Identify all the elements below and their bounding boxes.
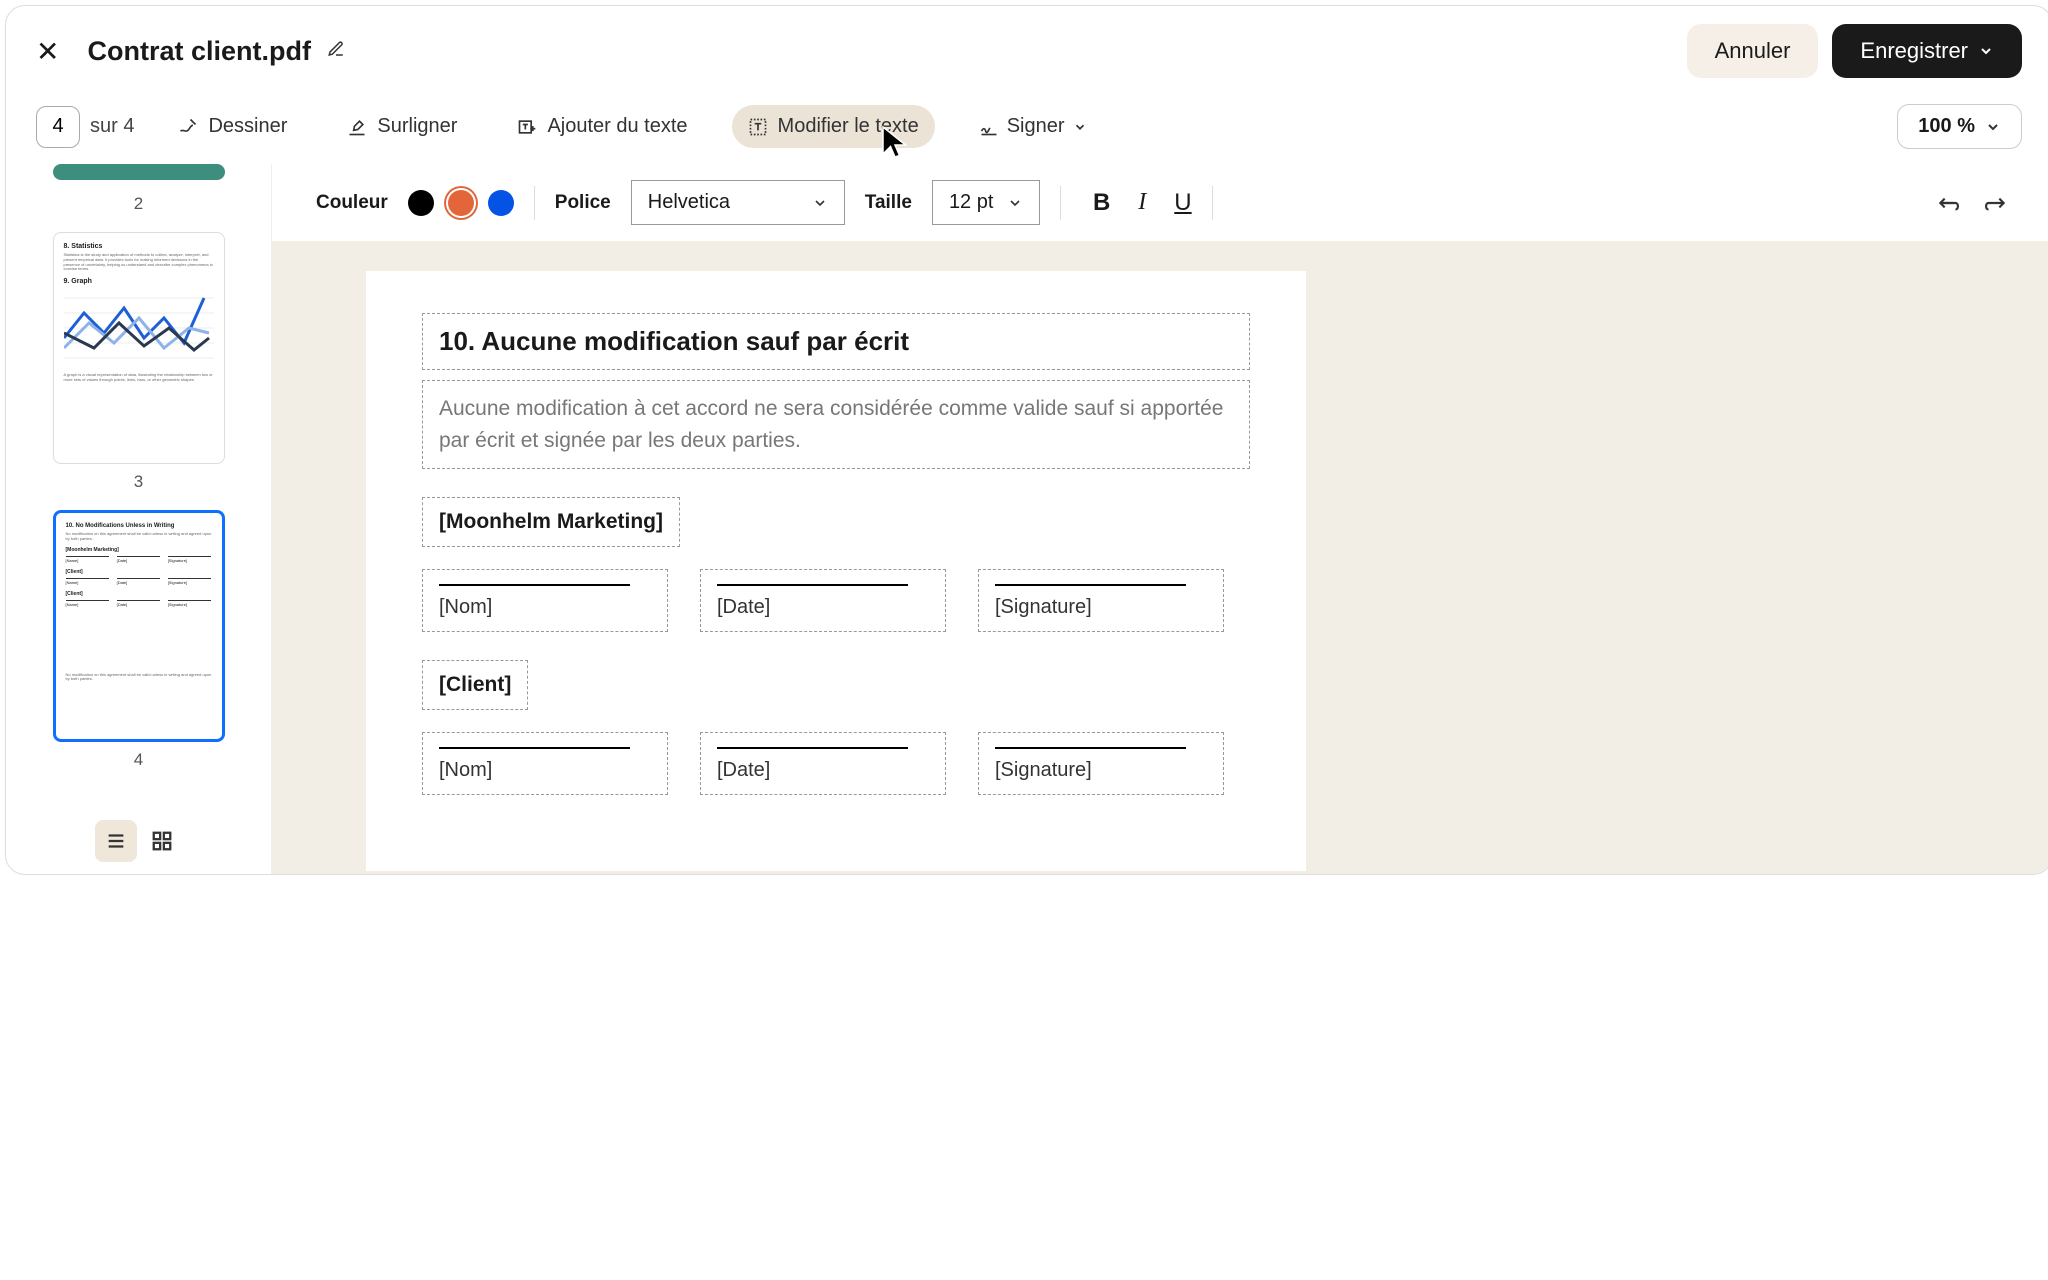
save-button-label: Enregistrer	[1860, 38, 1968, 64]
underline-button[interactable]: U	[1174, 189, 1191, 217]
chevron-down-icon	[1985, 119, 2001, 135]
color-swatch-orange[interactable]	[448, 190, 474, 216]
sig-box-signature-2[interactable]: [Signature]	[978, 732, 1224, 795]
thumbnail-page-4[interactable]: 10. No Modifications Unless in Writing N…	[53, 510, 225, 770]
sig-box-signature-1[interactable]: [Signature]	[978, 569, 1224, 632]
tool-highlight[interactable]: Surligner	[331, 105, 473, 148]
document-title: Contrat client.pdf	[87, 36, 311, 67]
redo-icon[interactable]	[1982, 193, 2008, 213]
editable-paragraph[interactable]: Aucune modification à cet accord ne sera…	[422, 380, 1250, 469]
font-label: Police	[555, 192, 611, 214]
save-button[interactable]: Enregistrer	[1832, 24, 2022, 78]
thumbnail-page-2[interactable]: 2	[53, 164, 225, 214]
view-grid-button[interactable]	[141, 820, 183, 862]
zoom-dropdown[interactable]: 100 %	[1897, 104, 2022, 149]
highlight-icon	[347, 117, 367, 137]
list-icon	[105, 830, 127, 852]
sig-box-date-2[interactable]: [Date]	[700, 732, 946, 795]
sign-icon	[979, 117, 999, 137]
cancel-button[interactable]: Annuler	[1687, 24, 1819, 78]
sig-box-name-2[interactable]: [Nom]	[422, 732, 668, 795]
editable-title[interactable]: 10. Aucune modification sauf par écrit	[422, 313, 1250, 370]
italic-button[interactable]: I	[1138, 189, 1146, 217]
tool-edit-text[interactable]: Modifier le texte	[732, 105, 935, 148]
sig-box-date-1[interactable]: [Date]	[700, 569, 946, 632]
chevron-down-icon	[812, 195, 828, 211]
editable-party-1[interactable]: [Moonhelm Marketing]	[422, 497, 680, 547]
editable-party-2[interactable]: [Client]	[422, 660, 528, 710]
grid-icon	[151, 830, 173, 852]
thumbnail-page-3[interactable]: 8. Statistics Statistics is the study an…	[53, 232, 225, 492]
sig-box-name-1[interactable]: [Nom]	[422, 569, 668, 632]
tool-draw[interactable]: Dessiner	[162, 105, 303, 148]
font-select[interactable]: Helvetica	[631, 180, 845, 225]
close-icon[interactable]: ✕	[36, 35, 59, 68]
chevron-down-icon	[1978, 43, 1994, 59]
bold-button[interactable]: B	[1093, 189, 1110, 217]
chevron-down-icon	[1073, 120, 1087, 134]
tool-add-text[interactable]: Ajouter du texte	[501, 105, 703, 148]
view-list-button[interactable]	[95, 820, 137, 862]
add-text-icon	[517, 117, 537, 137]
page-total-label: sur 4	[90, 115, 134, 138]
size-label: Taille	[865, 192, 912, 214]
color-swatch-black[interactable]	[408, 190, 434, 216]
document-page[interactable]: 10. Aucune modification sauf par écrit A…	[366, 271, 1306, 871]
size-select[interactable]: 12 pt	[932, 180, 1040, 225]
chevron-down-icon	[1007, 195, 1023, 211]
color-label: Couleur	[316, 192, 388, 214]
edit-text-icon	[748, 117, 768, 137]
chart-thumbnail-icon	[64, 288, 214, 368]
draw-icon	[178, 117, 198, 137]
page-number-input[interactable]	[36, 106, 80, 148]
undo-icon[interactable]	[1936, 193, 1962, 213]
tool-sign[interactable]: Signer	[963, 105, 1103, 148]
color-swatch-blue[interactable]	[488, 190, 514, 216]
edit-title-icon[interactable]	[327, 40, 345, 63]
